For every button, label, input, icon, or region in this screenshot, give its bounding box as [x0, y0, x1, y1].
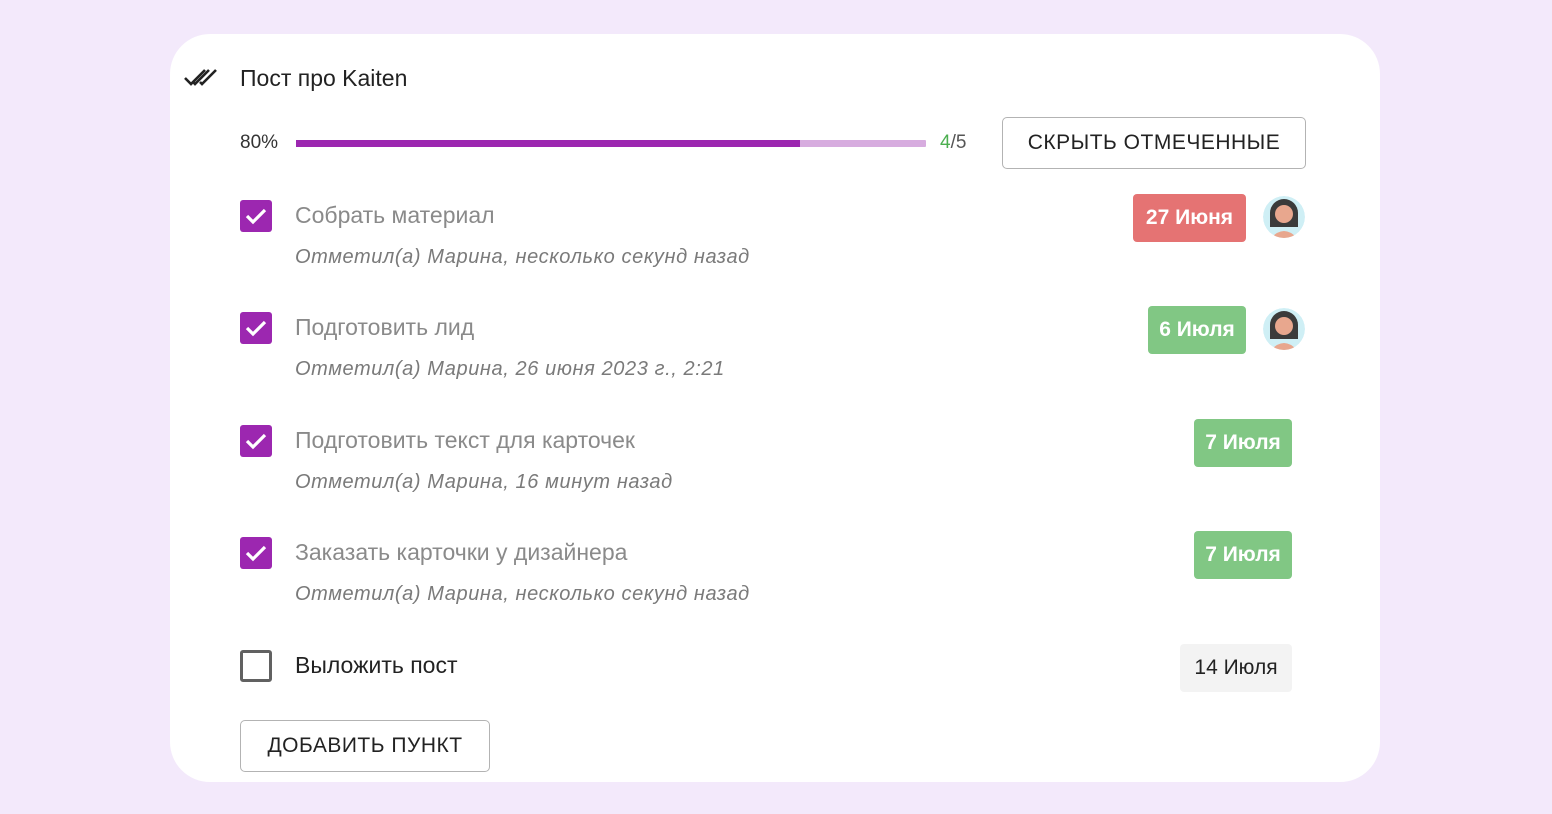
item-checked-meta: Отметил(а) Марина, 26 июня 2023 г., 2:21: [295, 358, 725, 380]
due-date-badge[interactable]: 14 Июля: [1180, 644, 1292, 692]
hide-checked-button[interactable]: СКРЫТЬ ОТМЕЧЕННЫЕ: [1002, 117, 1306, 169]
item-checked-meta: Отметил(а) Марина, несколько секунд наза…: [295, 583, 750, 605]
checkbox-unchecked[interactable]: [240, 650, 272, 682]
add-item-button[interactable]: ДОБАВИТЬ ПУНКТ: [240, 720, 490, 772]
item-text[interactable]: Выложить пост: [295, 650, 458, 680]
checklist-card: Пост про Kaiten 80% 4/5 СКРЫТЬ ОТМЕЧЕННЫ…: [170, 34, 1380, 782]
double-check-icon[interactable]: [184, 62, 220, 94]
checkmark-icon: [245, 208, 267, 225]
progress-bar: [296, 139, 926, 147]
checkbox-checked[interactable]: [240, 200, 272, 232]
checkmark-icon: [245, 545, 267, 562]
due-date-badge[interactable]: 7 Июля: [1194, 531, 1292, 579]
progress-total-count: 5: [955, 132, 967, 153]
progress-bar-fill: [296, 139, 800, 147]
avatar[interactable]: [1263, 308, 1305, 350]
due-date-badge[interactable]: 27 Июня: [1133, 194, 1246, 242]
progress-done-count: 4: [940, 132, 951, 153]
checklist-header: Пост про Kaiten: [184, 62, 407, 94]
checklist-title[interactable]: Пост про Kaiten: [240, 65, 407, 92]
checklist-item: Подготовить текст для карточек Отметил(а…: [240, 419, 1310, 525]
item-text[interactable]: Заказать карточки у дизайнера: [295, 537, 627, 567]
avatar[interactable]: [1263, 196, 1305, 238]
checklist-item: Заказать карточки у дизайнера Отметил(а)…: [240, 531, 1310, 637]
checklist-item: Собрать материал Отметил(а) Марина, неск…: [240, 194, 1310, 300]
checkmark-icon: [245, 320, 267, 337]
progress-percent: 80%: [240, 132, 279, 153]
item-text[interactable]: Подготовить лид: [295, 312, 474, 342]
item-text[interactable]: Подготовить текст для карточек: [295, 425, 635, 455]
due-date-badge[interactable]: 7 Июля: [1194, 419, 1292, 467]
item-text[interactable]: Собрать материал: [295, 200, 495, 230]
checkbox-checked[interactable]: [240, 425, 272, 457]
checkmark-icon: [245, 433, 267, 450]
item-checked-meta: Отметил(а) Марина, несколько секунд наза…: [295, 246, 750, 268]
progress-row: 80% 4/5 СКРЫТЬ ОТМЕЧЕННЫЕ: [240, 116, 1307, 170]
checkbox-checked[interactable]: [240, 537, 272, 569]
due-date-badge[interactable]: 6 Июля: [1148, 306, 1246, 354]
checklist-item: Подготовить лид Отметил(а) Марина, 26 ию…: [240, 306, 1310, 412]
progress-count: 4/5: [940, 132, 1002, 154]
item-checked-meta: Отметил(а) Марина, 16 минут назад: [295, 471, 673, 493]
checkbox-checked[interactable]: [240, 312, 272, 344]
